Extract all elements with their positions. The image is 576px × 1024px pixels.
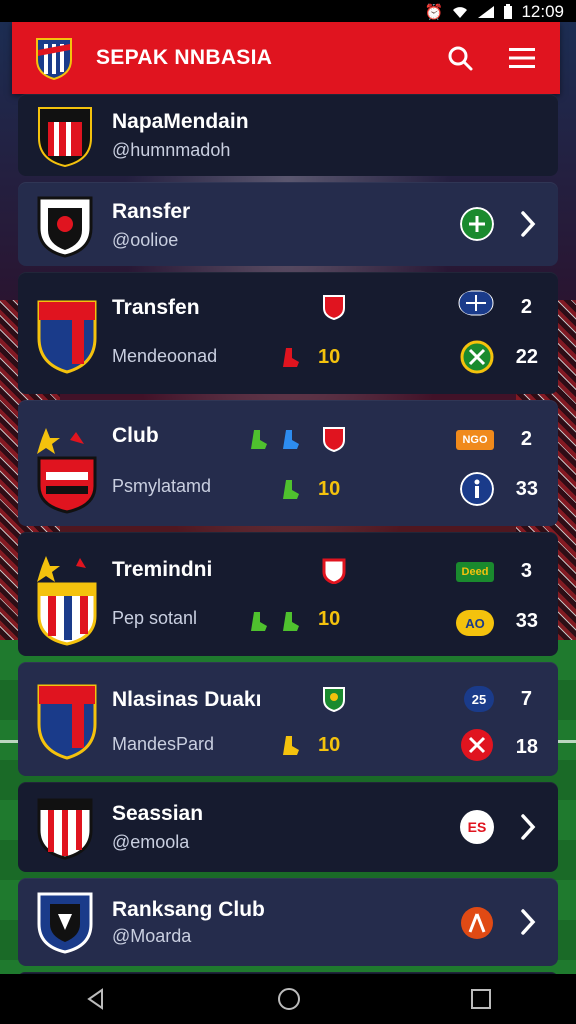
row-number: 18 xyxy=(515,736,538,758)
mini-crest-icon xyxy=(323,295,345,320)
system-nav-bar xyxy=(0,974,576,1024)
row-title: Ransfer xyxy=(112,200,191,223)
club-crest-icon xyxy=(37,196,93,258)
row-subtitle: Mendeoonad xyxy=(112,346,218,366)
row-number: 7 xyxy=(520,688,532,710)
club-crest-icon xyxy=(37,798,93,860)
club-crest-icon xyxy=(38,107,92,168)
mini-crest-icon xyxy=(323,687,345,712)
row-subtitle: @Moarda xyxy=(112,926,192,946)
boot-icon xyxy=(283,480,299,499)
club-crest-icon xyxy=(37,684,97,760)
list-item[interactable]: NapaMendain @humnmadoh xyxy=(18,94,558,176)
alarm-icon: ⏰ xyxy=(424,4,444,21)
row-subtitle: Pep sotanl xyxy=(112,608,198,628)
list-item[interactable]: Ransfer @oolioe xyxy=(18,182,558,266)
app-title: SEPAK NNBASIA xyxy=(96,46,273,69)
green-emblem-icon xyxy=(460,207,494,241)
row-subtitle: @humnmadoh xyxy=(112,140,231,160)
status-bar: ⏰ 12:09 xyxy=(0,0,576,22)
battery-icon xyxy=(504,4,513,19)
mini-crest-icon xyxy=(323,427,345,452)
app-bar: SEPAK NNBASIA xyxy=(12,22,560,94)
row-subtitle: MandesPard xyxy=(112,734,215,754)
row-score: 10 xyxy=(318,346,341,368)
row-title: NapaMendain xyxy=(112,110,249,133)
status-time: 12:09 xyxy=(521,2,564,21)
row-score: 10 xyxy=(318,608,341,630)
row-number: 3 xyxy=(520,560,532,582)
status-icons: ⏰ 12:09 xyxy=(425,2,564,22)
app-logo-icon xyxy=(36,38,72,80)
list-item[interactable]: Seassian @emoola ES xyxy=(18,782,558,872)
row-score: 10 xyxy=(318,734,341,756)
chevron-right-icon[interactable] xyxy=(518,908,538,936)
boot-icon xyxy=(283,612,299,631)
menu-icon[interactable] xyxy=(508,46,536,70)
row-subtitle: @oolioe xyxy=(112,230,179,250)
row-title: Tremindni xyxy=(112,558,213,581)
boot-icon xyxy=(283,736,299,755)
list-item[interactable]: Nlasinas Duakı MandesPard 10 25 7 18 xyxy=(18,662,558,776)
club-crest-icon xyxy=(37,428,97,514)
row-number: 33 xyxy=(515,478,538,500)
search-icon[interactable] xyxy=(446,44,474,72)
list-item[interactable]: Transfen Mendeoonad 10 2 22 xyxy=(18,272,558,394)
list-item[interactable]: Tremindni Pep sotanl 10 Deed 3 AO 33 xyxy=(18,532,558,656)
club-crest-icon xyxy=(37,300,97,374)
yellow-emblem-icon xyxy=(460,340,494,374)
row-score: 10 xyxy=(318,478,341,500)
club-crest-icon xyxy=(37,556,97,646)
boot-icon xyxy=(283,430,299,449)
club-list: NapaMendain @humnmadoh Ransfer @oolioe T… xyxy=(18,94,558,992)
row-subtitle: @emoola xyxy=(112,832,190,852)
chevron-right-icon[interactable] xyxy=(518,210,538,238)
wifi-icon xyxy=(453,7,468,18)
back-icon[interactable] xyxy=(84,987,108,1011)
sponsor-badge: Deed xyxy=(456,562,494,582)
row-title: Club xyxy=(112,424,159,447)
row-title: Transfen xyxy=(112,296,200,319)
row-title: Seassian xyxy=(112,802,204,825)
sponsor-badge: ES xyxy=(460,810,494,844)
red-emblem-icon xyxy=(461,729,493,761)
signal-icon xyxy=(478,6,495,18)
club-crest-icon xyxy=(37,892,93,954)
row-title: Nlasinas Duakı xyxy=(112,688,262,711)
list-item[interactable]: Club Psmylatamd 10 NGO 2 33 xyxy=(18,400,558,526)
info-emblem-icon xyxy=(460,472,494,506)
boot-icon xyxy=(251,430,267,449)
boot-icon xyxy=(283,348,299,367)
home-icon[interactable] xyxy=(276,986,302,1012)
sponsor-badge: AO xyxy=(456,610,494,636)
chevron-right-icon[interactable] xyxy=(518,813,538,841)
row-number: 2 xyxy=(520,428,532,450)
row-number: 22 xyxy=(515,346,538,368)
blue-badge-icon xyxy=(458,290,494,316)
row-subtitle: Psmylatamd xyxy=(112,476,212,496)
row-title: Ranksang Club xyxy=(112,898,265,921)
orange-emblem-icon xyxy=(461,907,493,939)
sponsor-badge: NGO xyxy=(456,430,494,450)
row-number: 2 xyxy=(520,296,532,318)
sponsor-badge: 25 xyxy=(464,686,494,712)
recents-icon[interactable] xyxy=(470,988,492,1010)
row-number: 33 xyxy=(515,610,538,632)
mini-crest-icon xyxy=(322,558,346,584)
boot-icon xyxy=(251,612,267,631)
list-item[interactable]: Ranksang Club @Moarda xyxy=(18,878,558,966)
